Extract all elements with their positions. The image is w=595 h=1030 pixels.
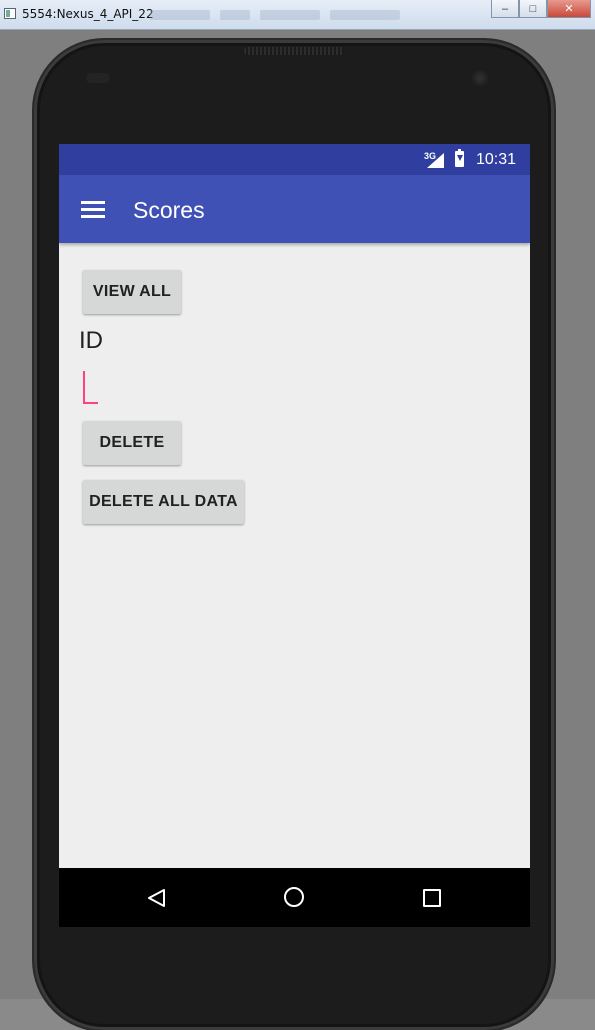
- window-controls: – □ ✕: [491, 0, 591, 18]
- app-toolbar: Scores: [59, 175, 530, 243]
- app-screen: 3G 10:31 Scores VIEW ALL ID DELETE DELET…: [59, 144, 530, 927]
- background-taskbar-blur: [150, 7, 470, 23]
- signal-strength-icon: [427, 153, 444, 168]
- emulator-app-icon: [4, 8, 16, 19]
- navigation-bar: [59, 868, 530, 927]
- toolbar-title: Scores: [133, 197, 205, 223]
- view-all-button[interactable]: VIEW ALL: [83, 270, 181, 314]
- back-triangle-icon[interactable]: [147, 888, 167, 908]
- id-label: ID: [79, 327, 103, 354]
- window-title: 5554:Nexus_4_API_22: [22, 7, 154, 21]
- delete-all-data-button[interactable]: DELETE ALL DATA: [83, 480, 244, 524]
- close-icon[interactable]: ✕: [547, 0, 591, 18]
- status-bar: 3G 10:31: [59, 144, 530, 175]
- emulator-window: 5554:Nexus_4_API_22 – □ ✕ 3G 10:31 Score…: [0, 0, 595, 1030]
- recents-square-icon[interactable]: [423, 889, 441, 907]
- earpiece-speaker: [244, 47, 344, 55]
- window-titlebar[interactable]: 5554:Nexus_4_API_22 – □ ✕: [0, 0, 595, 30]
- front-camera-icon: [470, 68, 490, 88]
- hamburger-menu-icon[interactable]: [81, 200, 105, 218]
- home-circle-icon[interactable]: [284, 887, 304, 907]
- maximize-icon[interactable]: □: [519, 0, 547, 18]
- battery-charging-icon: [455, 149, 464, 167]
- delete-button[interactable]: DELETE: [83, 421, 181, 465]
- proximity-sensor: [86, 73, 110, 83]
- id-input[interactable]: [81, 367, 121, 407]
- status-time: 10:31: [476, 151, 517, 168]
- minimize-icon[interactable]: –: [491, 0, 519, 18]
